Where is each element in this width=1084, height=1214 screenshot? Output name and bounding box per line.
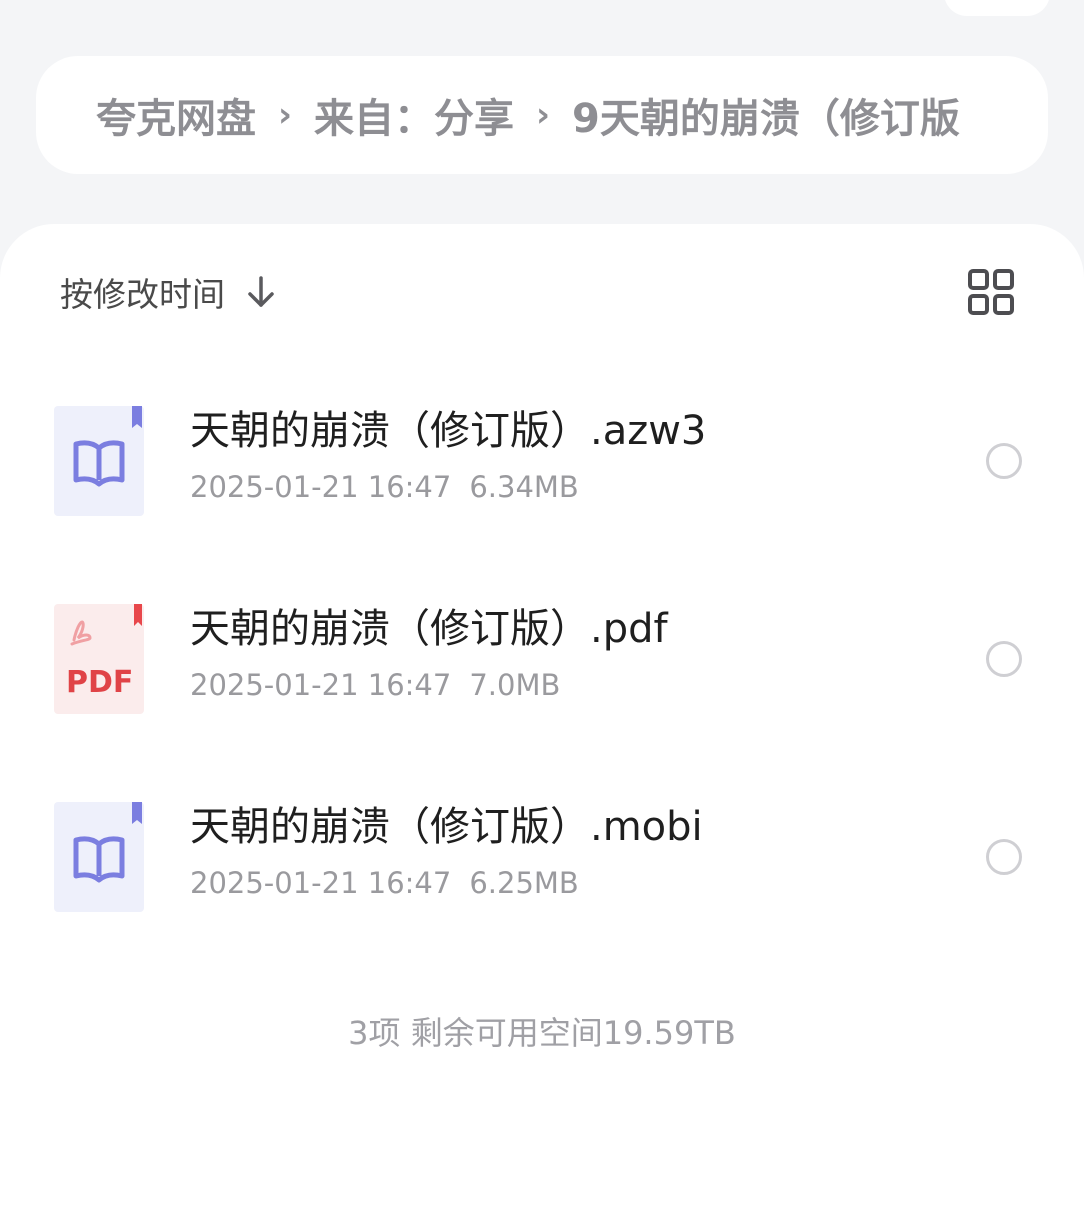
pdf-icon-label: PDF [66, 665, 133, 700]
sort-button[interactable]: 按修改时间 [60, 268, 277, 316]
breadcrumb-folder[interactable]: 来自：分享 [314, 86, 514, 144]
file-date: 2025-01-21 16:47 [190, 866, 452, 900]
file-row[interactable]: PDF 天朝的崩溃（修订版）.pdf 2025-01-21 16:47 7.0MB [0, 604, 1084, 754]
sort-label: 按修改时间 [60, 275, 225, 314]
breadcrumb: 夸克网盘 › 来自：分享 › 9天朝的崩溃（修订版 [36, 56, 1048, 174]
chevron-right-icon: › [277, 95, 292, 135]
file-size: 6.25MB [469, 866, 579, 900]
ebook-icon [54, 406, 144, 516]
file-size: 6.34MB [469, 470, 579, 504]
select-radio[interactable] [986, 443, 1022, 479]
ebook-icon [54, 802, 144, 912]
file-meta: 2025-01-21 16:47 6.25MB [190, 864, 579, 902]
file-size: 7.0MB [469, 668, 561, 702]
file-name: 天朝的崩溃（修订版）.azw3 [190, 408, 707, 454]
file-date: 2025-01-21 16:47 [190, 668, 452, 702]
file-date: 2025-01-21 16:47 [190, 470, 452, 504]
file-name: 天朝的崩溃（修订版）.pdf [190, 606, 668, 652]
file-name: 天朝的崩溃（修订版）.mobi [190, 804, 703, 850]
file-list-panel: 按修改时间 天朝的崩溃（修订版）.azw3 2025-01-21 16:47 6.… [0, 224, 1084, 1214]
grid-view-icon[interactable] [968, 269, 1014, 315]
select-radio[interactable] [986, 641, 1022, 677]
select-radio[interactable] [986, 839, 1022, 875]
file-meta: 2025-01-21 16:47 6.34MB [190, 468, 579, 506]
file-row[interactable]: 天朝的崩溃（修订版）.azw3 2025-01-21 16:47 6.34MB [0, 406, 1084, 556]
chevron-right-icon: › [535, 95, 550, 135]
breadcrumb-root[interactable]: 夸克网盘 [96, 86, 256, 144]
pdf-icon: PDF [54, 604, 144, 714]
breadcrumb-current: 9天朝的崩溃（修订版 [572, 96, 960, 142]
arrow-down-icon [248, 276, 274, 307]
top-action-pill[interactable] [944, 0, 1050, 16]
storage-summary: 3项 剩余可用空间19.59TB [348, 1014, 736, 1052]
file-meta: 2025-01-21 16:47 7.0MB [190, 666, 560, 704]
file-row[interactable]: 天朝的崩溃（修订版）.mobi 2025-01-21 16:47 6.25MB [0, 802, 1084, 952]
